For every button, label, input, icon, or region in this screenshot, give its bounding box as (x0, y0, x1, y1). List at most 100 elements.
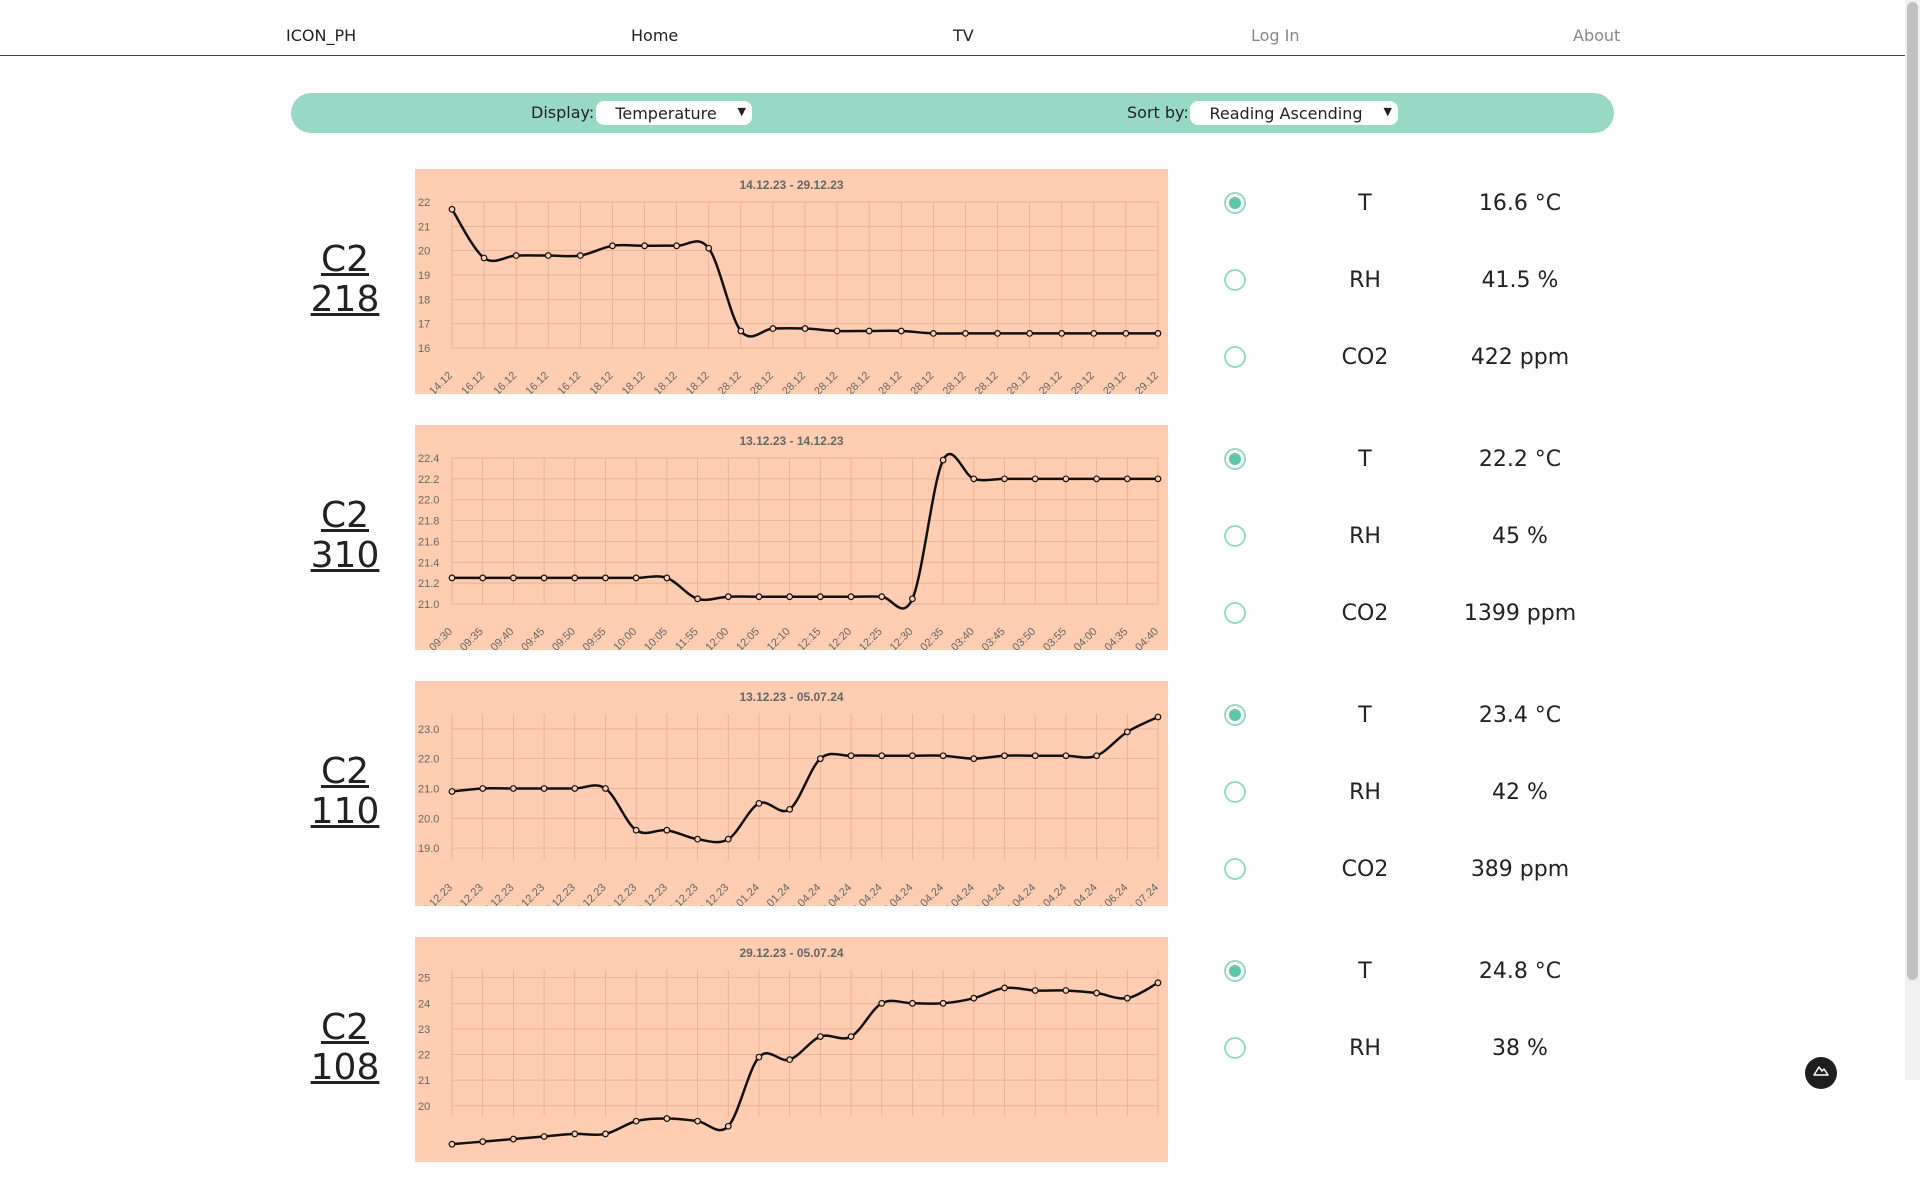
x-tick-label: 12:05 (734, 626, 762, 650)
chevron-down-icon: ▼ (1383, 105, 1392, 118)
reading-radio[interactable] (1224, 704, 1246, 726)
x-tick-label: 10:00 (611, 626, 639, 650)
room-name-link[interactable]: C2 310 (310, 496, 380, 576)
series-line (451, 981, 1159, 1146)
nav-login[interactable]: Log In (1251, 26, 1300, 45)
reading-label: T (1358, 191, 1372, 216)
readings-panel: T 24.8 °C RH 38 % (1200, 937, 1620, 1193)
floating-action-button[interactable] (1805, 1057, 1837, 1089)
data-point (769, 325, 777, 332)
data-point (801, 325, 809, 332)
reading-row: RH 38 % (1200, 1031, 1620, 1071)
x-tick-label: 13.12.23 (447, 882, 486, 906)
scrollbar-thumb[interactable] (1907, 2, 1918, 980)
data-point (1154, 713, 1162, 721)
room-name-link[interactable]: C2 108 (310, 1008, 380, 1088)
reading-radio[interactable] (1224, 960, 1246, 982)
data-point (576, 252, 584, 259)
reading-radio[interactable] (1224, 269, 1246, 291)
y-tick-label: 19 (418, 270, 430, 282)
reading-radio[interactable] (1224, 781, 1246, 803)
data-point (509, 1135, 517, 1143)
reading-row: CO2 1399 ppm (1200, 596, 1620, 636)
reading-row: RH 45 % (1200, 519, 1620, 559)
x-tick-label: 04:00 (1072, 626, 1100, 650)
x-tick-label: 09:35 (458, 626, 486, 650)
data-point (1058, 329, 1066, 337)
chart-title: 14.12.23 - 29.12.23 (739, 178, 843, 192)
reading-radio[interactable] (1224, 346, 1246, 368)
reading-radio[interactable] (1224, 602, 1246, 624)
reading-label: T (1358, 447, 1372, 472)
x-tick-label: 09:45 (519, 626, 547, 650)
scrollbar[interactable] (1905, 0, 1920, 1080)
reading-radio[interactable] (1224, 1037, 1246, 1059)
y-tick-label: 16 (418, 343, 430, 355)
reading-row: T 24.8 °C (1200, 954, 1620, 994)
sort-select[interactable]: Reading Ascending ▼ (1190, 101, 1398, 125)
mountain-icon (1813, 1066, 1829, 1076)
room-name-link[interactable]: C2 218 (310, 240, 380, 320)
data-point (1122, 329, 1130, 337)
reading-value: 24.8 °C (1478, 959, 1562, 984)
reading-value: 45 % (1492, 524, 1548, 549)
y-tick-label: 21.0 (418, 599, 439, 611)
nav-home[interactable]: Home (631, 26, 678, 45)
x-tick-label: 28.12 (716, 370, 744, 394)
reading-row: CO2 422 ppm (1200, 340, 1620, 380)
data-point (737, 327, 745, 335)
data-point (970, 755, 978, 763)
data-point (448, 205, 456, 213)
top-nav: ICON_PH Home TV Log In About (0, 0, 1905, 56)
display-select[interactable]: Temperature ▼ (596, 101, 752, 125)
x-tick-label: 09:50 (550, 626, 578, 650)
x-tick-label: 28.12 (812, 370, 840, 394)
room-card: C2 218 14.12.23 - 29.12.23 22 21 20 19 18 17 16 14… (0, 169, 1920, 425)
reading-radio[interactable] (1224, 525, 1246, 547)
room-number: 218 (310, 279, 380, 320)
data-point (448, 1140, 456, 1148)
x-tick-label: 09:55 (581, 626, 609, 650)
reading-label: RH (1349, 268, 1381, 293)
reading-value: 38 % (1492, 1036, 1548, 1061)
room-number: 108 (310, 1047, 380, 1088)
reading-label: RH (1349, 1036, 1381, 1061)
data-point (1031, 752, 1039, 760)
reading-radio[interactable] (1224, 858, 1246, 880)
reading-radio[interactable] (1224, 448, 1246, 470)
data-point (962, 329, 969, 337)
reading-radio[interactable] (1224, 192, 1246, 214)
reading-row: T 23.4 °C (1200, 698, 1620, 738)
data-point (816, 1033, 824, 1040)
data-point (1001, 752, 1008, 760)
brand-link[interactable]: ICON_PH (286, 26, 356, 45)
x-tick-label: 29.12 (1133, 370, 1161, 394)
data-point (786, 805, 794, 813)
reading-label: CO2 (1341, 345, 1389, 370)
series-line (451, 715, 1159, 844)
reading-label: CO2 (1341, 601, 1389, 626)
data-point (878, 593, 886, 601)
y-tick-label: 20.0 (418, 813, 439, 825)
chevron-down-icon: ▼ (737, 105, 746, 118)
data-point (994, 329, 1001, 337)
x-tick-label: 09:30 (427, 626, 455, 650)
data-point (939, 456, 947, 464)
y-tick-label: 25 (418, 973, 430, 985)
room-number: 310 (310, 535, 380, 576)
sort-select-value: Reading Ascending (1209, 104, 1363, 123)
x-tick-label: 12:00 (703, 626, 731, 650)
x-tick-label: 28.12 (909, 370, 937, 394)
reading-label: T (1358, 703, 1372, 728)
room-name-link[interactable]: C2 110 (310, 752, 380, 832)
data-point (694, 835, 701, 843)
data-point (540, 574, 548, 582)
nav-tv[interactable]: TV (953, 26, 974, 45)
x-tick-label: 18.12.23 (601, 882, 640, 906)
chart-title: 13.12.23 - 05.07.24 (739, 690, 843, 704)
chart-svg: 13.12.23 - 14.12.23 22.4 22.2 22.0 21.8 21.6 2… (418, 434, 1162, 650)
x-tick-label: 06.04.24 (1061, 882, 1100, 906)
nav-about[interactable]: About (1573, 26, 1620, 45)
x-tick-label: 09.01.24 (723, 882, 762, 906)
reading-row: CO2 389 ppm (1200, 852, 1620, 892)
